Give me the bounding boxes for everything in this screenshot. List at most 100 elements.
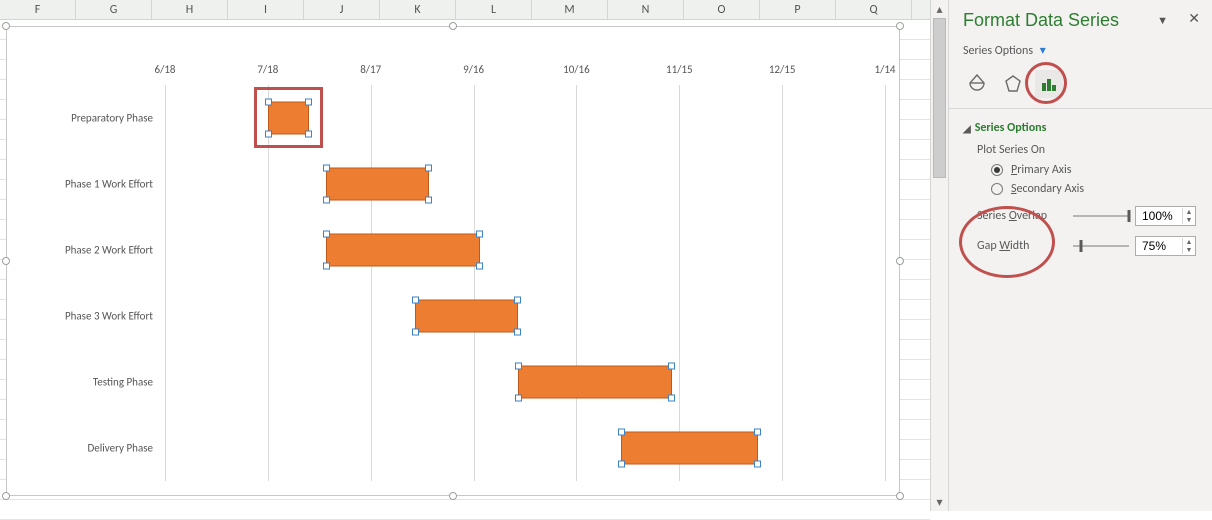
- bar-selection-handle[interactable]: [412, 297, 419, 304]
- column-header[interactable]: H: [152, 0, 228, 19]
- bar-selection-handle[interactable]: [323, 263, 330, 270]
- effects-icon[interactable]: [999, 70, 1027, 98]
- bar-selection-handle[interactable]: [514, 329, 521, 336]
- chart-resize-handle[interactable]: [2, 257, 10, 265]
- spin-down-icon[interactable]: ▼: [1183, 216, 1195, 224]
- chart-resize-handle[interactable]: [896, 22, 904, 30]
- series-overlap-input[interactable]: ▲▼: [1135, 206, 1196, 226]
- radio-icon: [991, 164, 1003, 176]
- x-axis-ticks: 6/187/188/179/1610/1611/1512/151/14: [165, 63, 885, 79]
- x-tick-label: 11/15: [666, 63, 693, 76]
- category-label: Phase 3 Work Effort: [65, 310, 153, 323]
- x-tick-label: 8/17: [360, 63, 381, 76]
- collapse-icon: ◢: [963, 122, 971, 135]
- gridline: [885, 85, 886, 481]
- column-header[interactable]: Q: [836, 0, 912, 19]
- bar-selection-handle[interactable]: [323, 197, 330, 204]
- scroll-down-button[interactable]: ▾: [931, 493, 948, 511]
- chart-resize-handle[interactable]: [449, 492, 457, 500]
- scroll-track[interactable]: [931, 18, 948, 493]
- column-header[interactable]: G: [76, 0, 152, 19]
- bar-selection-handle[interactable]: [668, 363, 675, 370]
- fill-line-icon[interactable]: [963, 70, 991, 98]
- bar-selection-handle[interactable]: [323, 165, 330, 172]
- data-bar[interactable]: [415, 300, 518, 333]
- chart-resize-handle[interactable]: [2, 22, 10, 30]
- data-bar[interactable]: [621, 432, 758, 465]
- gap-width-slider[interactable]: [1073, 240, 1129, 252]
- x-tick-label: 9/16: [463, 63, 484, 76]
- series-overlap-value[interactable]: [1136, 209, 1182, 223]
- category-label: Preparatory Phase: [71, 111, 153, 124]
- plot-series-on-label: Plot Series On: [977, 143, 1198, 157]
- column-header[interactable]: O: [684, 0, 760, 19]
- bar-selection-handle[interactable]: [618, 461, 625, 468]
- x-tick-label: 10/16: [563, 63, 590, 76]
- spin-down-icon[interactable]: ▼: [1183, 246, 1195, 254]
- gap-width-input[interactable]: ▲▼: [1135, 236, 1196, 256]
- series-options-dropdown[interactable]: Series Options ▾: [963, 43, 1198, 58]
- primary-axis-label: Primary Axis: [1011, 163, 1071, 177]
- bar-selection-handle[interactable]: [425, 197, 432, 204]
- series-overlap-slider[interactable]: [1073, 210, 1129, 222]
- x-tick-label: 6/18: [155, 63, 176, 76]
- chevron-down-icon: ▾: [1040, 44, 1046, 58]
- bar-selection-handle[interactable]: [476, 263, 483, 270]
- vertical-scrollbar[interactable]: ▴ ▾: [930, 0, 948, 511]
- pane-category-icons: [963, 70, 1198, 98]
- x-tick-label: 7/18: [257, 63, 278, 76]
- column-header[interactable]: L: [456, 0, 532, 19]
- scroll-thumb[interactable]: [933, 18, 946, 178]
- category-label: Testing Phase: [93, 376, 153, 389]
- worksheet-area[interactable]: FGHIJKLMNOPQ 6/18 7/18 8/17 9/16 10/16 11/15 1…: [0, 0, 930, 511]
- secondary-axis-radio[interactable]: Secondary Axis: [991, 182, 1198, 196]
- section-title: Series Options: [975, 121, 1047, 135]
- bar-selection-handle[interactable]: [476, 231, 483, 238]
- column-header[interactable]: I: [228, 0, 304, 19]
- chart-plot-area[interactable]: 6/187/188/179/1610/1611/1512/151/14 Prep…: [17, 63, 885, 481]
- chart-resize-handle[interactable]: [896, 257, 904, 265]
- x-tick-label: 1/14: [875, 63, 896, 76]
- category-label: Phase 1 Work Effort: [65, 178, 153, 191]
- series-options-section-header[interactable]: ◢ Series Options: [963, 121, 1198, 135]
- column-header[interactable]: J: [304, 0, 380, 19]
- format-data-series-pane: Format Data Series ▼ ✕ Series Options ▾ …: [948, 0, 1212, 511]
- bar-selection-handle[interactable]: [668, 395, 675, 402]
- x-tick-label: 12/15: [769, 63, 796, 76]
- close-icon[interactable]: ✕: [1188, 10, 1200, 27]
- secondary-axis-label: Secondary Axis: [1011, 182, 1084, 196]
- data-bar[interactable]: [326, 234, 480, 267]
- annotation-circle-icon: [1025, 62, 1067, 104]
- gap-width-value[interactable]: [1136, 239, 1182, 253]
- pane-dropdown-icon[interactable]: ▼: [1157, 14, 1168, 27]
- bar-selection-handle[interactable]: [618, 429, 625, 436]
- category-label: Delivery Phase: [88, 442, 153, 455]
- column-header[interactable]: N: [608, 0, 684, 19]
- primary-axis-radio[interactable]: Primary Axis: [991, 163, 1198, 177]
- category-label: Phase 2 Work Effort: [65, 244, 153, 257]
- bar-selection-handle[interactable]: [514, 297, 521, 304]
- bar-selection-handle[interactable]: [754, 461, 761, 468]
- bar-selection-handle[interactable]: [754, 429, 761, 436]
- category-axis-labels: Preparatory Phase Phase 1 Work Effort Phas…: [17, 85, 165, 481]
- data-bar[interactable]: [518, 366, 672, 399]
- column-header[interactable]: K: [380, 0, 456, 19]
- column-header-row: FGHIJKLMNOPQ: [0, 0, 930, 20]
- chart-resize-handle[interactable]: [896, 492, 904, 500]
- scroll-up-button[interactable]: ▴: [931, 0, 948, 18]
- bar-selection-handle[interactable]: [425, 165, 432, 172]
- chart-resize-handle[interactable]: [2, 492, 10, 500]
- column-header[interactable]: M: [532, 0, 608, 19]
- bar-selection-handle[interactable]: [515, 395, 522, 402]
- column-header[interactable]: P: [760, 0, 836, 19]
- bar-selection-handle[interactable]: [412, 329, 419, 336]
- bar-selection-handle[interactable]: [515, 363, 522, 370]
- chart-resize-handle[interactable]: [449, 22, 457, 30]
- chart-object[interactable]: 6/18 7/18 8/17 9/16 10/16 11/15 12/15 1/14 Prep…: [6, 26, 900, 496]
- radio-icon: [991, 183, 1003, 195]
- data-bar[interactable]: [326, 168, 429, 201]
- annotation-circle-gap-width: [959, 206, 1055, 278]
- column-header[interactable]: F: [0, 0, 76, 19]
- bar-selection-handle[interactable]: [323, 231, 330, 238]
- divider: [949, 108, 1212, 109]
